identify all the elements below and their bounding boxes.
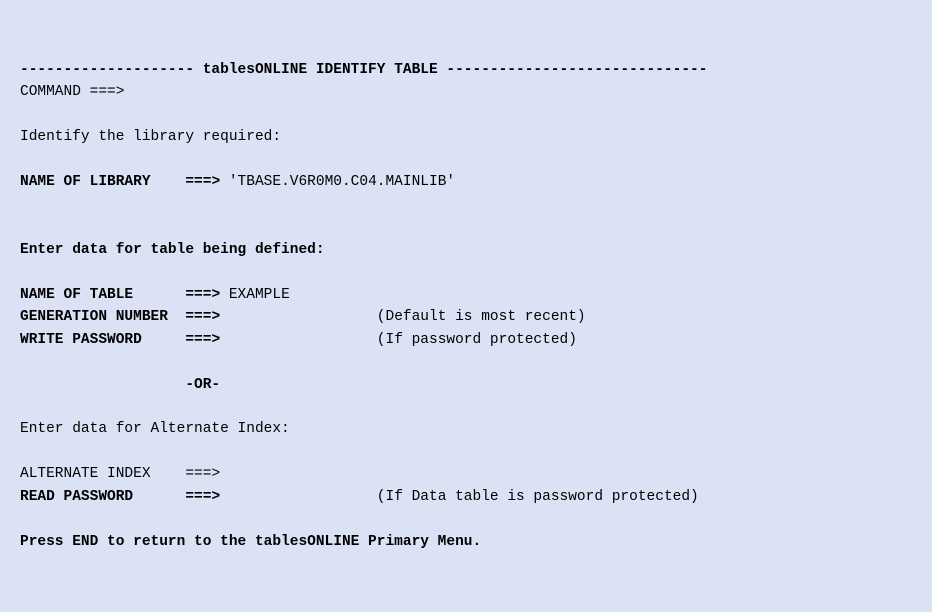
- identify-library-prompt: Identify the library required:: [20, 129, 281, 145]
- table-name-input[interactable]: EXAMPLE: [229, 287, 290, 303]
- read-password-label: READ PASSWORD: [20, 489, 133, 505]
- write-password-label: WRITE PASSWORD: [20, 332, 142, 348]
- alternate-index-arrow: ===>: [185, 466, 220, 482]
- command-label: COMMAND: [20, 84, 81, 100]
- generation-number-hint: (Default is most recent): [377, 309, 586, 325]
- define-table-prompt: Enter data for table being defined:: [20, 242, 325, 258]
- library-name-arrow: ===>: [185, 174, 220, 190]
- alternate-index-label: ALTERNATE INDEX: [20, 466, 151, 482]
- alternate-index-prompt: Enter data for Alternate Index:: [20, 421, 290, 437]
- or-separator: -OR-: [185, 377, 220, 393]
- table-name-arrow: ===>: [185, 287, 220, 303]
- header-dashes-left: --------------------: [20, 62, 194, 78]
- command-arrow: ===>: [90, 84, 125, 100]
- header-title: tablesONLINE IDENTIFY TABLE: [203, 62, 438, 78]
- read-password-arrow: ===>: [185, 489, 220, 505]
- write-password-hint: (If password protected): [377, 332, 577, 348]
- footer-text: Press END to return to the tablesONLINE …: [20, 534, 481, 550]
- read-password-hint: (If Data table is password protected): [377, 489, 699, 505]
- library-name-label: NAME OF LIBRARY: [20, 174, 151, 190]
- table-name-label: NAME OF TABLE: [20, 287, 133, 303]
- write-password-arrow: ===>: [185, 332, 220, 348]
- header-dashes-right: ------------------------------: [446, 62, 707, 78]
- generation-number-arrow: ===>: [185, 309, 220, 325]
- library-name-input[interactable]: 'TBASE.V6R0M0.C04.MAINLIB': [229, 174, 455, 190]
- generation-number-label: GENERATION NUMBER: [20, 309, 168, 325]
